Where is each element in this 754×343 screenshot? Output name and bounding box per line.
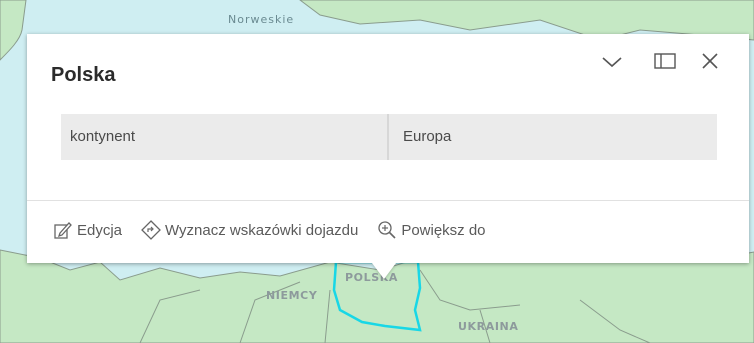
- popup-divider: [27, 200, 749, 201]
- attribute-value: Europa: [389, 114, 717, 160]
- zoom-to-action[interactable]: Powiększ do: [376, 219, 486, 241]
- directions-action[interactable]: Wyznacz wskazówki dojazdu: [140, 219, 358, 241]
- edit-icon: [52, 219, 74, 241]
- map-label-ukraine: UKRAINA: [458, 320, 519, 333]
- zoom-in-icon: [376, 219, 398, 241]
- dock-button[interactable]: [652, 50, 682, 80]
- popup-actions: Edycja Wyznacz wskazówki dojazdu Powięks…: [52, 218, 504, 242]
- attribute-key: kontynent: [61, 114, 387, 160]
- chevron-down-icon: [602, 57, 622, 68]
- close-icon: [702, 53, 718, 69]
- collapse-button[interactable]: [601, 55, 631, 85]
- popup-title: Polska: [51, 64, 116, 86]
- edit-label: Edycja: [77, 221, 123, 239]
- edit-action[interactable]: Edycja: [52, 219, 122, 241]
- zoom-to-label: Powiększ do: [401, 221, 486, 239]
- close-button[interactable]: [699, 50, 729, 80]
- dock-icon: [654, 53, 676, 69]
- attribute-table: kontynent Europa: [61, 114, 717, 160]
- feature-popup: Polska kontynent Europa Edycja Wyznacz w…: [27, 34, 749, 263]
- popup-pointer: [372, 263, 396, 279]
- directions-label: Wyznacz wskazówki dojazdu: [165, 221, 359, 239]
- directions-icon: [140, 219, 162, 241]
- map-label-germany: NIEMCY: [266, 289, 318, 302]
- map-label-sea: Norweskie: [228, 13, 295, 26]
